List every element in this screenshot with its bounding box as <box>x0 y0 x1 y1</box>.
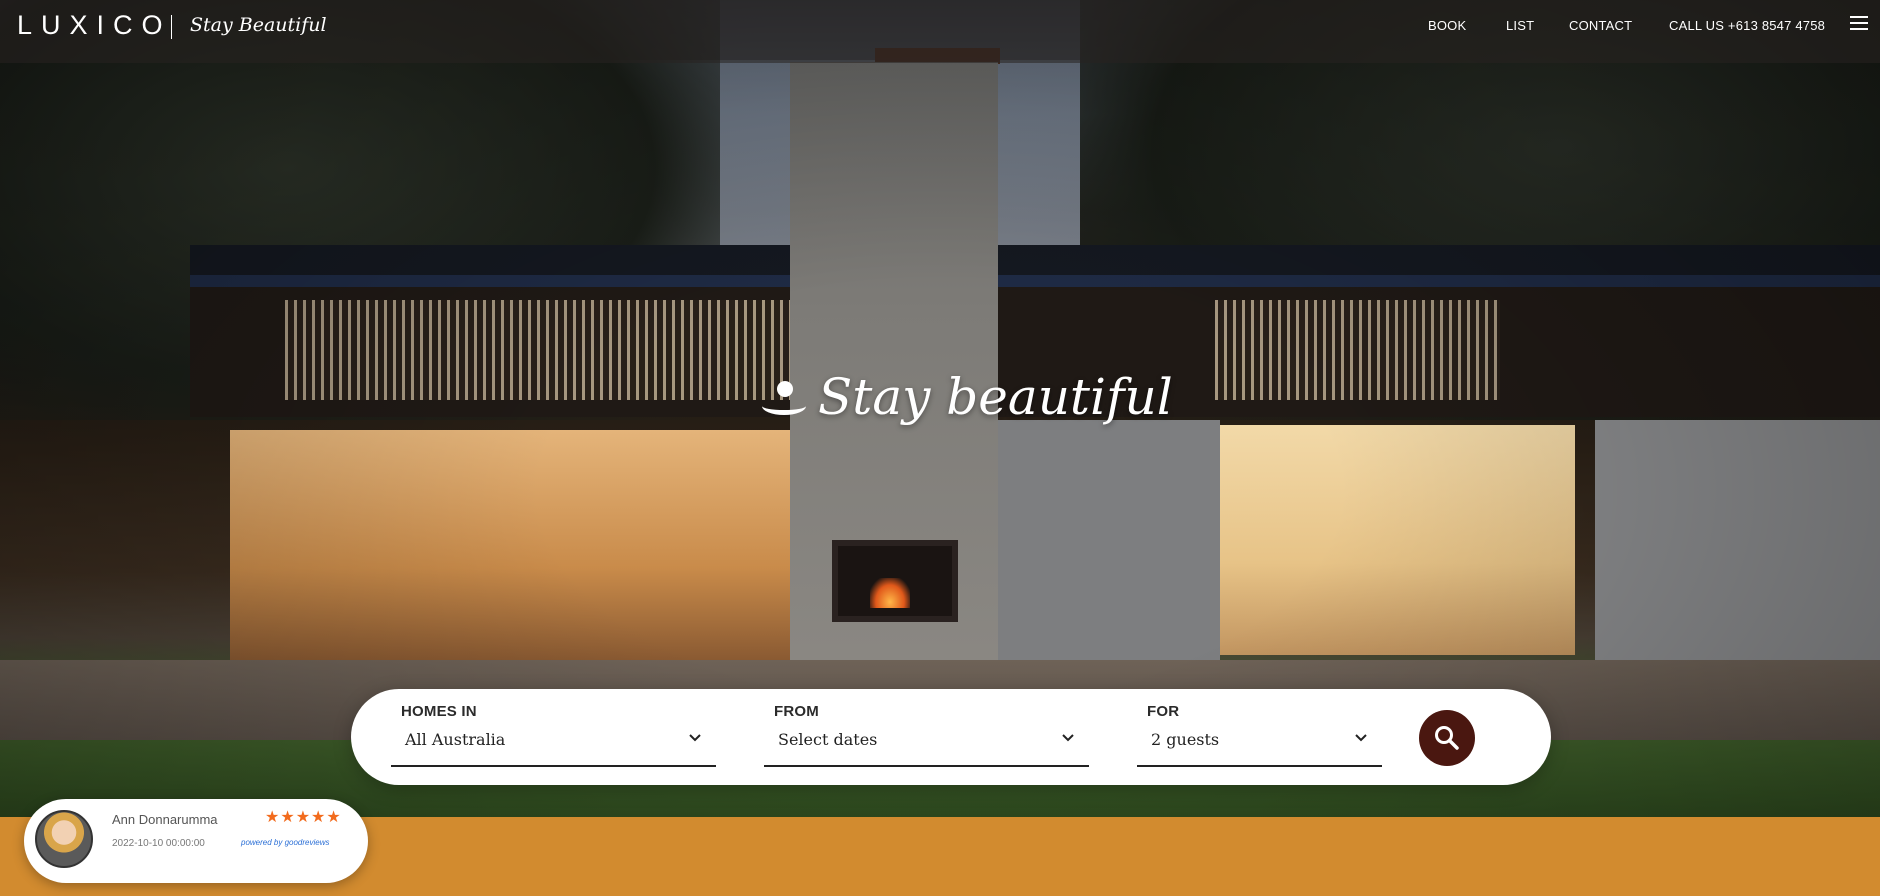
logo[interactable]: LUXICO <box>17 10 172 41</box>
homes-in-select[interactable]: HOMES IN All Australia <box>391 703 716 767</box>
headline-text: Stay beautiful <box>818 368 1173 426</box>
from-dates-select[interactable]: FROM Select dates <box>764 703 1089 767</box>
homes-in-label: HOMES IN <box>401 703 477 720</box>
from-label: FROM <box>774 703 819 720</box>
reviewer-name: Ann Donnarumma <box>112 812 218 827</box>
chevron-down-icon <box>689 734 701 742</box>
chevron-down-icon <box>1062 734 1074 742</box>
guests-select[interactable]: FOR 2 guests <box>1137 703 1382 767</box>
guests-value: 2 guests <box>1151 730 1220 749</box>
review-badge[interactable]: Ann Donnarumma 2022-10-10 00:00:00 ★★★★★… <box>24 799 368 883</box>
homes-in-value: All Australia <box>405 730 506 749</box>
nav-book-link[interactable]: BOOK <box>1428 18 1466 33</box>
hamburger-icon[interactable] <box>1850 16 1868 30</box>
search-icon <box>1435 726 1459 750</box>
search-button[interactable] <box>1419 710 1475 766</box>
nav-list-link[interactable]: LIST <box>1506 18 1534 33</box>
powered-by-link[interactable]: powered by goodreviews <box>241 838 330 847</box>
for-label: FOR <box>1147 703 1180 720</box>
luxico-figure-icon <box>760 375 808 419</box>
hero-headline: Stay beautiful <box>760 368 1173 426</box>
tagline: Stay Beautiful <box>190 14 327 36</box>
nav-call-us-link[interactable]: CALL US +613 8547 4758 <box>1669 18 1825 33</box>
chevron-down-icon <box>1355 734 1367 742</box>
nav-contact-link[interactable]: CONTACT <box>1569 18 1632 33</box>
site-header: LUXICO Stay Beautiful BOOK LIST CONTACT … <box>0 0 1880 63</box>
search-bar: HOMES IN All Australia FROM Select dates… <box>351 689 1551 785</box>
review-date: 2022-10-10 00:00:00 <box>112 838 205 849</box>
logo-divider <box>171 15 172 39</box>
field-underline <box>391 765 716 767</box>
from-value: Select dates <box>778 730 878 749</box>
field-underline <box>764 765 1089 767</box>
reviewer-avatar <box>35 810 93 868</box>
field-underline <box>1137 765 1382 767</box>
star-rating: ★★★★★ <box>265 809 342 826</box>
